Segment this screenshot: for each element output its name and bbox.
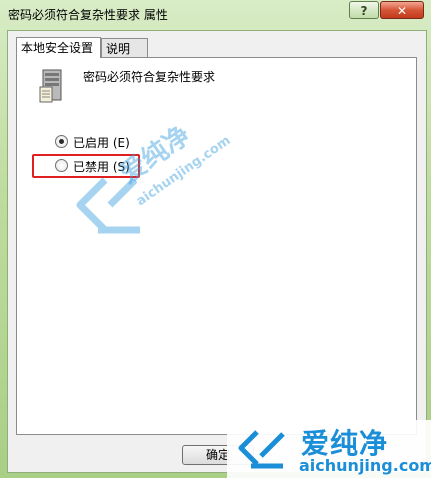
watermark-brand-en: aichunjing.com (299, 456, 431, 475)
watermark-center-logo: 爱纯净 aichunjing.com (76, 120, 233, 234)
help-button[interactable]: ? (349, 1, 379, 19)
window-title: 密码必须符合复杂性要求 属性 (8, 8, 168, 22)
tab-explain[interactable]: 说明 (101, 38, 148, 57)
watermark-corner: 爱纯净 aichunjing.com (227, 420, 431, 478)
close-button[interactable]: ✕ (380, 1, 424, 19)
watermark-logo-icon (238, 430, 285, 469)
dialog-window: 密码必须符合复杂性要求 属性 ? ✕ 本地安全设置 说明 密码必须符合复杂性要求… (0, 0, 431, 478)
title-bar[interactable]: 密码必须符合复杂性要求 属性 ? ✕ (0, 0, 431, 28)
tab-local-security-setting[interactable]: 本地安全设置 (16, 37, 101, 58)
server-policy-icon (39, 69, 62, 103)
dialog-client-area: 本地安全设置 说明 密码必须符合复杂性要求 已启用 (E) 已禁用 (S) 确定 (7, 30, 431, 473)
policy-name: 密码必须符合复杂性要求 (83, 70, 216, 84)
